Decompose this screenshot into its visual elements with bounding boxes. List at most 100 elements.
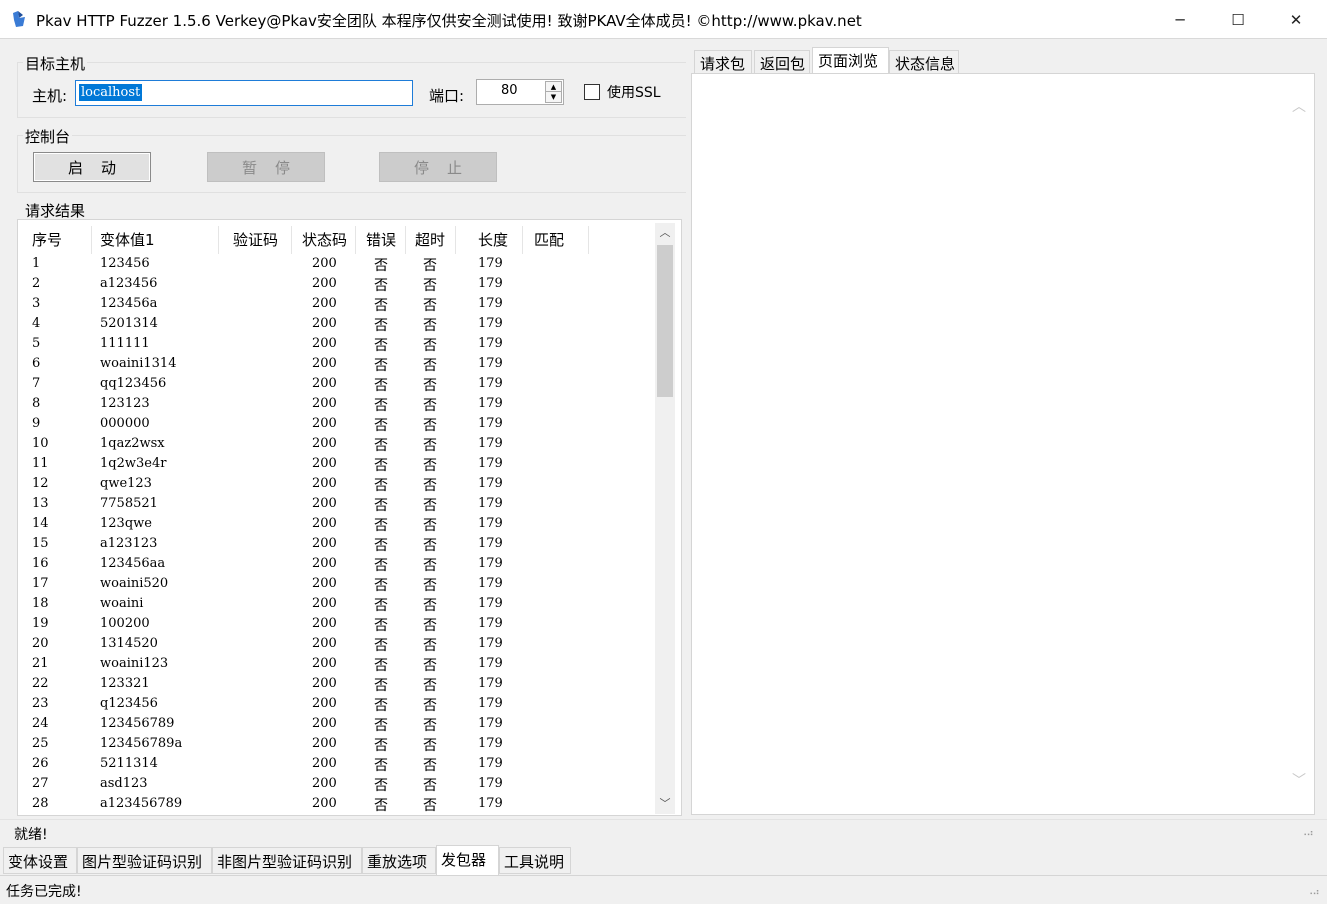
table-cell: 否 (423, 598, 437, 614)
table-row[interactable]: 1 123456 200 否 否 179 (18, 254, 658, 274)
bottom-tab-0[interactable]: 变体设置 (3, 847, 77, 874)
table-row[interactable]: 4 5201314 200 否 否 179 (18, 314, 658, 334)
table-cell: 17 (32, 576, 49, 591)
maximize-button[interactable]: ☐ (1209, 0, 1267, 39)
table-row[interactable]: 5 111111 200 否 否 179 (18, 334, 658, 354)
close-button[interactable]: ✕ (1267, 0, 1325, 39)
port-decrement-button[interactable]: ▼ (545, 91, 562, 103)
column-header[interactable]: 状态码 (302, 229, 347, 250)
table-row[interactable]: 27 asd123 200 否 否 179 (18, 774, 658, 794)
column-header[interactable]: 长度 (478, 229, 508, 250)
table-cell: 否 (374, 618, 388, 634)
table-row[interactable]: 2 a123456 200 否 否 179 (18, 274, 658, 294)
table-row[interactable]: 8 123123 200 否 否 179 (18, 394, 658, 414)
table-row[interactable]: 13 7758521 200 否 否 179 (18, 494, 658, 514)
results-table[interactable]: 序号 变体值1 验证码 状态码 错误 超时 长度 匹配 1 123456 200 否否 179 2 a12… (17, 219, 682, 816)
table-cell: 否 (423, 338, 437, 354)
table-cell: 200 (312, 596, 337, 611)
column-divider[interactable] (405, 226, 406, 254)
table-cell: q123456 (100, 696, 158, 711)
table-cell: 000000 (100, 416, 150, 431)
column-header[interactable]: 序号 (32, 229, 62, 250)
table-row[interactable]: 19 100200 200 否 否 179 (18, 614, 658, 634)
column-header[interactable]: 匹配 (534, 229, 564, 250)
table-cell: 1q2w3e4r (100, 456, 167, 471)
table-row[interactable]: 17 woaini520 200 否 否 179 (18, 574, 658, 594)
tab-1[interactable]: 返回包 (754, 50, 810, 74)
table-cell: 5 (32, 336, 41, 351)
minimize-button[interactable]: ─ (1151, 0, 1209, 39)
table-row[interactable]: 16 123456aa 200 否 否 179 (18, 554, 658, 574)
column-divider[interactable] (355, 226, 356, 254)
pane-scroll-down-icon[interactable]: ﹀ (1292, 770, 1306, 790)
table-cell: 200 (312, 676, 337, 691)
table-row[interactable]: 6 woaini1314 200 否 否 179 (18, 354, 658, 374)
resize-grip-icon[interactable]: ⠠⠴ (1306, 887, 1320, 898)
bottom-tab-3[interactable]: 重放选项 (362, 847, 436, 874)
scroll-down-icon[interactable]: ﹀ (655, 794, 675, 814)
resize-grip-icon[interactable]: ⠠⠴ (1300, 828, 1314, 839)
host-input[interactable]: localhost (75, 80, 413, 106)
bottom-tab-4[interactable]: 发包器 (436, 845, 499, 875)
table-row[interactable]: 20 1314520 200 否 否 179 (18, 634, 658, 654)
bottom-tab-5[interactable]: 工具说明 (499, 847, 571, 874)
table-cell: 179 (478, 796, 503, 811)
table-cell: 否 (423, 418, 437, 434)
table-cell: 否 (374, 338, 388, 354)
table-cell: 200 (312, 516, 337, 531)
tab-3[interactable]: 状态信息 (889, 50, 959, 74)
start-button[interactable]: 启动 (33, 152, 151, 182)
results-scrollbar[interactable]: ︿ ﹀ (655, 223, 675, 814)
page-browse-pane[interactable]: ︿ ﹀ (691, 73, 1315, 815)
table-row[interactable]: 10 1qaz2wsx 200 否 否 179 (18, 434, 658, 454)
column-divider[interactable] (588, 226, 589, 254)
column-divider[interactable] (218, 226, 219, 254)
port-stepper[interactable]: 80 ▲ ▼ (476, 79, 564, 105)
table-row[interactable]: 25 123456789a 200 否 否 179 (18, 734, 658, 754)
scrollbar-thumb[interactable] (657, 245, 673, 397)
table-row[interactable]: 14 123qwe 200 否 否 179 (18, 514, 658, 534)
table-cell: 179 (478, 416, 503, 431)
table-row[interactable]: 15 a123123 200 否 否 179 (18, 534, 658, 554)
table-row[interactable]: 21 woaini123 200 否 否 179 (18, 654, 658, 674)
table-row[interactable]: 7 qq123456 200 否 否 179 (18, 374, 658, 394)
table-cell: 200 (312, 716, 337, 731)
table-cell: 否 (423, 258, 437, 274)
column-header[interactable]: 错误 (366, 229, 396, 250)
table-cell: 179 (478, 316, 503, 331)
table-row[interactable]: 26 5211314 200 否 否 179 (18, 754, 658, 774)
status-complete-text: 任务已完成! (6, 884, 82, 900)
column-header[interactable]: 超时 (415, 229, 445, 250)
table-row[interactable]: 9 000000 200 否 否 179 (18, 414, 658, 434)
stop-button[interactable]: 停止 (379, 152, 497, 182)
pane-scroll-up-icon[interactable]: ︿ (1292, 96, 1306, 116)
use-ssl-checkbox[interactable] (584, 84, 600, 100)
bottom-tab-1[interactable]: 图片型验证码识别 (77, 847, 212, 874)
pause-button[interactable]: 暂停 (207, 152, 325, 182)
column-header[interactable]: 验证码 (233, 229, 278, 250)
table-row[interactable]: 11 1q2w3e4r 200 否 否 179 (18, 454, 658, 474)
table-cell: 6 (32, 356, 41, 371)
table-cell: 20 (32, 636, 49, 651)
tab-2[interactable]: 页面浏览 (812, 47, 889, 74)
tab-0[interactable]: 请求包 (694, 50, 752, 74)
table-cell: 否 (423, 738, 437, 754)
column-divider[interactable] (522, 226, 523, 254)
table-row[interactable]: 3 123456a 200 否 否 179 (18, 294, 658, 314)
table-row[interactable]: 28 a123456789 200 否 否 179 (18, 794, 658, 814)
bottom-tab-2[interactable]: 非图片型验证码识别 (212, 847, 362, 874)
table-row[interactable]: 24 123456789 200 否 否 179 (18, 714, 658, 734)
table-cell: 否 (423, 678, 437, 694)
table-row[interactable]: 12 qwe123 200 否 否 179 (18, 474, 658, 494)
column-divider[interactable] (91, 226, 92, 254)
column-divider[interactable] (455, 226, 456, 254)
table-row[interactable]: 22 123321 200 否 否 179 (18, 674, 658, 694)
scroll-up-icon[interactable]: ︿ (655, 223, 675, 243)
column-divider[interactable] (291, 226, 292, 254)
column-header[interactable]: 变体值1 (100, 229, 155, 250)
table-cell: 否 (423, 318, 437, 334)
results-group-label: 请求结果 (23, 200, 88, 221)
table-row[interactable]: 18 woaini 200 否 否 179 (18, 594, 658, 614)
table-cell: 179 (478, 296, 503, 311)
table-row[interactable]: 23 q123456 200 否 否 179 (18, 694, 658, 714)
